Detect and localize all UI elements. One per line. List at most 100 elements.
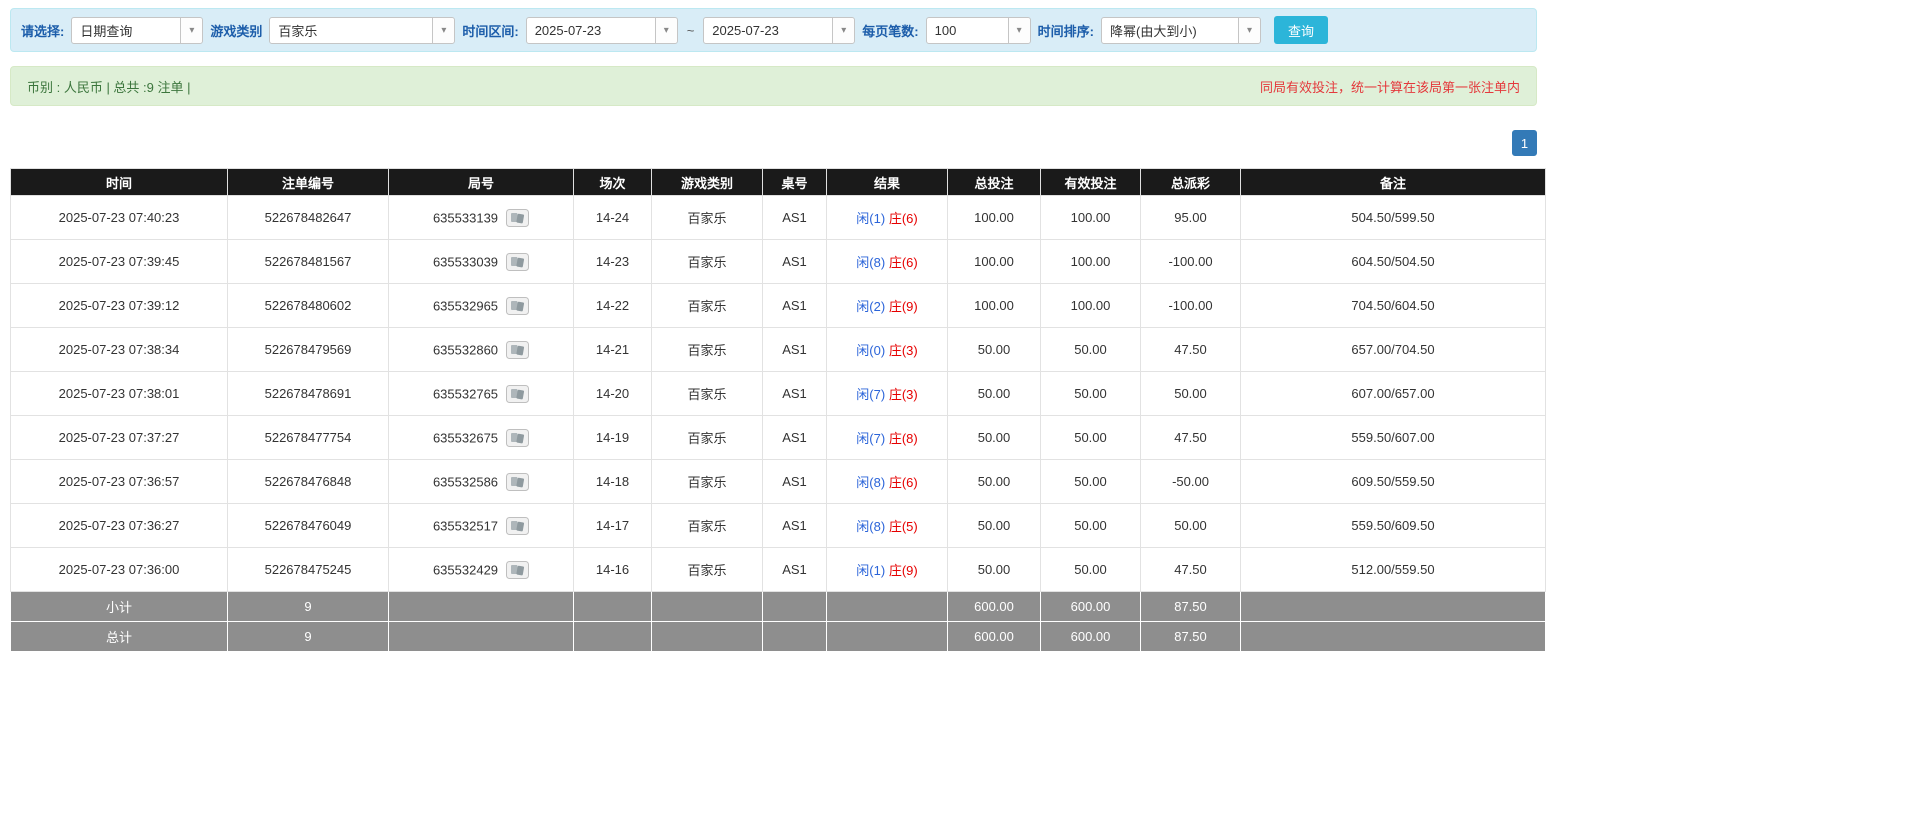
cell-table-no: AS1 — [762, 239, 827, 284]
banker-result: 庄(9) — [888, 299, 918, 314]
query-mode-select[interactable]: 日期查询 ▾ — [71, 16, 204, 44]
table-row: 2025-07-23 07:36:27 522678476049 635532517… — [10, 503, 1546, 548]
game-type-select[interactable]: 百家乐 ▾ — [269, 16, 456, 44]
cell-session: 14-17 — [573, 503, 652, 548]
cell-total-bet[interactable]: 50.00 — [947, 547, 1041, 592]
cell-payout: 47.50 — [1140, 547, 1241, 592]
table-row: 2025-07-23 07:37:27 522678477754 635532675… — [10, 415, 1546, 460]
chevron-down-icon[interactable]: ▾ — [1007, 17, 1030, 43]
banker-result: 庄(3) — [888, 387, 918, 402]
bet-records-table: 时间 注单编号 局号 场次 游戏类别 桌号 结果 总投注 有效投注 总派彩 备注 2025-07-2… — [10, 168, 1546, 652]
chevron-down-icon[interactable]: ▾ — [432, 17, 455, 43]
player-result: 闲(1) — [856, 563, 886, 578]
view-result-icon[interactable] — [506, 340, 530, 359]
cell-game-type: 百家乐 — [651, 195, 763, 240]
date-to-select[interactable]: 2025-07-23 ▾ — [703, 16, 856, 44]
cell-time: 2025-07-23 07:38:34 — [10, 327, 228, 372]
cell-bet-id: 522678482647 — [227, 195, 389, 240]
cell-valid-bet: 50.00 — [1040, 327, 1141, 372]
cell-time: 2025-07-23 07:38:01 — [10, 371, 228, 416]
cell-bet-id: 522678480602 — [227, 283, 389, 328]
cell-bet-id: 522678481567 — [227, 239, 389, 284]
column-header: 游戏类别 — [651, 168, 763, 196]
cell-session: 14-22 — [573, 283, 652, 328]
sort-order-label: 时间排序: — [1037, 23, 1094, 39]
cell-result: 闲(7) 庄(3) — [826, 371, 948, 416]
cell-note: 512.00/559.50 — [1240, 547, 1546, 592]
player-result: 闲(8) — [856, 255, 886, 270]
view-result-icon[interactable] — [506, 384, 530, 403]
cell-note: 704.50/604.50 — [1240, 283, 1546, 328]
table-row: 2025-07-23 07:38:01 522678478691 635532765… — [10, 371, 1546, 416]
cell-round-id: 635532517 — [388, 503, 574, 548]
table-row: 2025-07-23 07:36:57 522678476848 635532586… — [10, 459, 1546, 504]
cell-result: 闲(0) 庄(3) — [826, 327, 948, 372]
search-button[interactable]: 查询 — [1273, 16, 1328, 44]
cell-valid-bet: 100.00 — [1040, 283, 1141, 328]
cell-total-bet[interactable]: 100.00 — [947, 239, 1041, 284]
column-header: 时间 — [10, 168, 228, 196]
cell-round-id: 635532429 — [388, 547, 574, 592]
cell-time: 2025-07-23 07:36:27 — [10, 503, 228, 548]
cell-total-bet[interactable]: 100.00 — [947, 195, 1041, 240]
query-mode-label: 请选择: — [21, 23, 65, 39]
cell-payout: -100.00 — [1140, 239, 1241, 284]
cell-game-type: 百家乐 — [651, 459, 763, 504]
chevron-down-icon[interactable]: ▾ — [654, 17, 677, 43]
column-header: 备注 — [1240, 168, 1546, 196]
cell-note: 559.50/607.00 — [1240, 415, 1546, 460]
cell-total-bet[interactable]: 50.00 — [947, 459, 1041, 504]
cell-table-no: AS1 — [762, 283, 827, 328]
cell-session: 14-19 — [573, 415, 652, 460]
cell-result: 闲(1) 庄(9) — [826, 547, 948, 592]
cell-payout: 50.00 — [1140, 503, 1241, 548]
empty-cell — [826, 591, 948, 622]
game-type-label: 游戏类别 — [210, 23, 263, 39]
view-result-icon[interactable] — [506, 428, 530, 447]
round-id-text: 635532586 — [432, 474, 499, 489]
view-result-icon[interactable] — [506, 252, 530, 271]
notice-text: 同局有效投注，统一计算在该局第一张注单内 — [1259, 79, 1520, 95]
cell-time: 2025-07-23 07:39:45 — [10, 239, 228, 284]
subtotal-payout-cell: 87.50 — [1140, 591, 1241, 622]
cell-game-type: 百家乐 — [651, 327, 763, 372]
cell-bet-id: 522678479569 — [227, 327, 389, 372]
cell-payout: 95.00 — [1140, 195, 1241, 240]
date-from-select[interactable]: 2025-07-23 ▾ — [525, 16, 678, 44]
view-result-icon[interactable] — [506, 560, 530, 579]
table-row: 2025-07-23 07:38:34 522678479569 635532860… — [10, 327, 1546, 372]
view-result-icon[interactable] — [506, 516, 530, 535]
chevron-down-icon[interactable]: ▾ — [1237, 17, 1260, 43]
cell-valid-bet: 50.00 — [1040, 503, 1141, 548]
player-result: 闲(7) — [856, 387, 886, 402]
subtotal-total-bet-cell: 600.00 — [947, 591, 1041, 622]
page-button-1[interactable]: 1 — [1512, 130, 1537, 156]
cell-table-no: AS1 — [762, 327, 827, 372]
round-id-text: 635532965 — [432, 298, 499, 313]
view-result-icon[interactable] — [506, 296, 530, 315]
banker-result: 庄(9) — [888, 563, 918, 578]
cell-note: 604.50/504.50 — [1240, 239, 1546, 284]
date-range-separator: ~ — [686, 22, 695, 38]
cell-session: 14-18 — [573, 459, 652, 504]
cell-total-bet[interactable]: 100.00 — [947, 283, 1041, 328]
view-result-icon[interactable] — [506, 208, 530, 227]
cell-round-id: 635532860 — [388, 327, 574, 372]
chevron-down-icon[interactable]: ▾ — [832, 17, 855, 43]
cell-valid-bet: 100.00 — [1040, 195, 1141, 240]
cell-total-bet[interactable]: 50.00 — [947, 415, 1041, 460]
cell-total-bet[interactable]: 50.00 — [947, 503, 1041, 548]
cell-total-bet[interactable]: 50.00 — [947, 327, 1041, 372]
cell-valid-bet: 50.00 — [1040, 415, 1141, 460]
empty-cell — [388, 591, 574, 622]
page-size-select[interactable]: 100 ▾ — [925, 16, 1031, 44]
cell-result: 闲(1) 庄(6) — [826, 195, 948, 240]
cell-total-bet[interactable]: 50.00 — [947, 371, 1041, 416]
cell-game-type: 百家乐 — [651, 415, 763, 460]
empty-cell — [651, 591, 763, 622]
sort-order-select[interactable]: 降幂(由大到小) ▾ — [1100, 16, 1261, 44]
view-result-icon[interactable] — [506, 472, 530, 491]
cell-result: 闲(7) 庄(8) — [826, 415, 948, 460]
date-from-value: 2025-07-23 — [534, 22, 602, 38]
chevron-down-icon[interactable]: ▾ — [180, 17, 203, 43]
